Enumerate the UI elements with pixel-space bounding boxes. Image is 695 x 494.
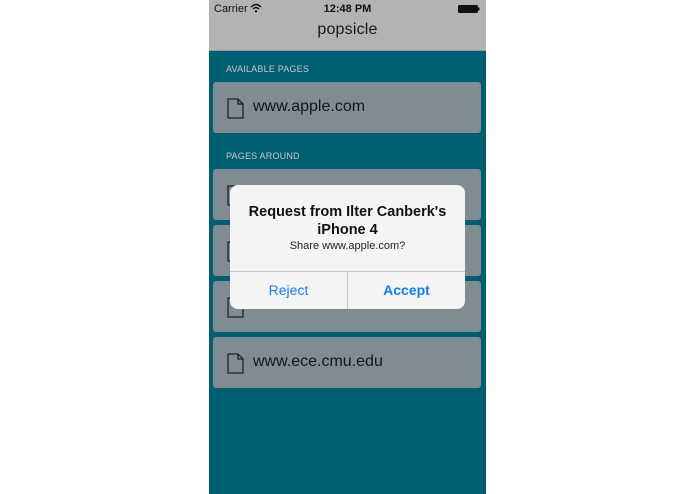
- alert-message: Share www.apple.com?: [289, 240, 406, 252]
- reject-button[interactable]: Reject: [230, 272, 347, 309]
- navigation-bar: popsicle: [209, 18, 486, 51]
- phone-screen: Carrier 12:48 PM popsicle AVAILABLE PAGE…: [209, 0, 486, 494]
- battery-icon: [458, 5, 480, 13]
- status-bar: Carrier 12:48 PM: [209, 0, 486, 18]
- accept-button[interactable]: Accept: [348, 272, 465, 309]
- page-background: Carrier 12:48 PM popsicle AVAILABLE PAGE…: [0, 0, 695, 494]
- status-time: 12:48 PM: [323, 3, 372, 15]
- alert-title: Request from Ilter Canberk's iPhone 4: [248, 204, 447, 238]
- share-request-alert: Request from Ilter Canberk's iPhone 4 Sh…: [230, 185, 465, 309]
- nav-title: popsicle: [317, 21, 378, 38]
